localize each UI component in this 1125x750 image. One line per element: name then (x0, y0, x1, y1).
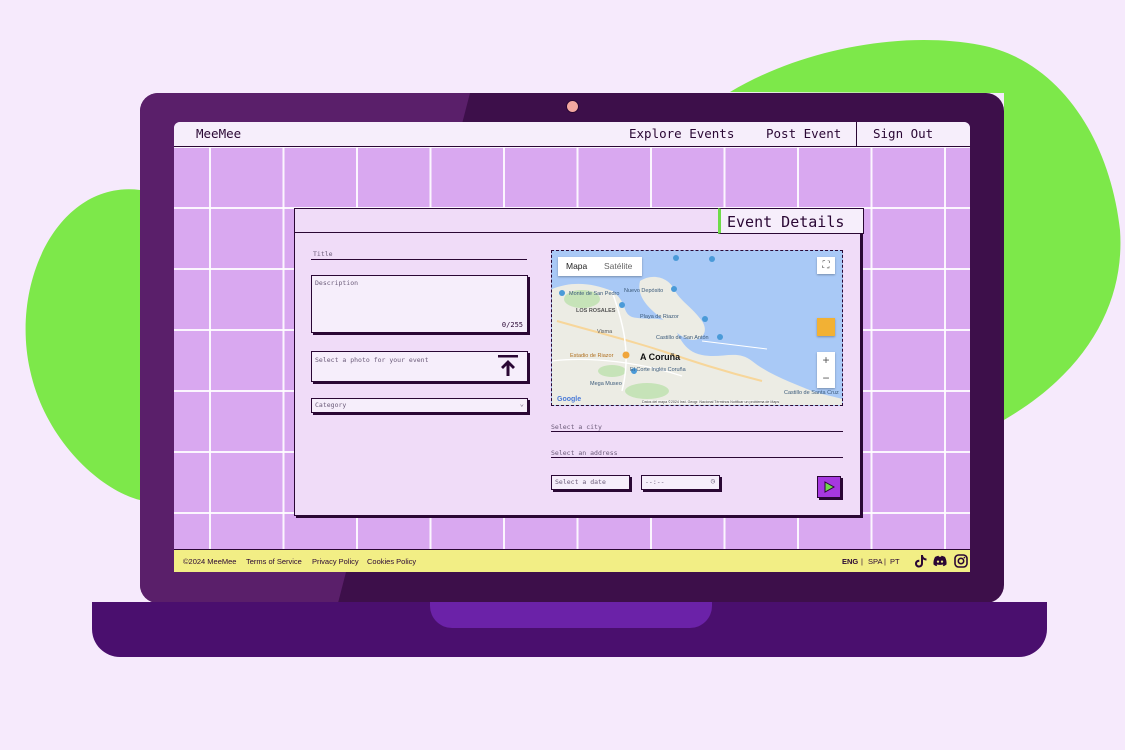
description-counter: 0/255 (501, 321, 523, 329)
event-details-card: Event Details Title Description 0/255 Se… (294, 208, 864, 516)
laptop-trackpad-notch (430, 602, 712, 628)
nav-sign-out[interactable]: Sign Out (873, 126, 933, 141)
city-underline (551, 431, 843, 432)
chevron-down-icon: ⌄ (519, 400, 524, 408)
submit-button[interactable] (817, 476, 841, 498)
pegman-icon[interactable] (817, 318, 835, 336)
lang-divider: | (884, 557, 886, 566)
map-place: Mega Museo (590, 381, 622, 387)
map-tab-map[interactable]: Mapa (566, 261, 587, 271)
nav-divider (856, 122, 857, 146)
map-place: LOS ROSALES (576, 308, 616, 314)
fullscreen-icon[interactable]: ⛶ (817, 257, 835, 274)
map-place: El Corte Inglés Coruña (630, 367, 686, 373)
lang-eng[interactable]: ENG (842, 557, 858, 566)
location-map[interactable]: Mapa Satélite ⛶ + − Monte de San Pedro L… (551, 250, 843, 406)
time-picker[interactable]: --:-- ◷ (641, 475, 720, 490)
footer-cookies-link[interactable]: Cookies Policy (367, 557, 416, 566)
map-credits: Datos del mapa ©2024 Inst. Geogr. Nacion… (642, 400, 780, 404)
photo-upload-field[interactable]: Select a photo for your event (311, 351, 528, 382)
map-place: Estadio de Riazor (570, 353, 614, 359)
zoom-out-icon[interactable]: − (817, 370, 835, 387)
nav-explore-events[interactable]: Explore Events (629, 126, 734, 141)
map-city-label: A Coruña (640, 352, 681, 362)
city-input[interactable]: Select a city (551, 423, 602, 431)
map-place: Visma (597, 329, 613, 335)
webcam (566, 100, 579, 113)
lang-pt[interactable]: PT (890, 557, 900, 566)
play-icon (824, 481, 835, 493)
brand-logo[interactable]: MeeMee (196, 126, 241, 141)
map-type-tabs: Mapa Satélite (558, 257, 642, 276)
address-input[interactable]: Select an address (551, 449, 618, 457)
description-textarea[interactable]: Description 0/255 (311, 275, 528, 333)
date-placeholder: Select a date (555, 478, 606, 486)
nav-post-event[interactable]: Post Event (766, 126, 841, 141)
map-place: Nuevo Depósito (624, 288, 664, 294)
photo-placeholder: Select a photo for your event (315, 356, 429, 364)
map-place: Playa de Riazor (640, 314, 679, 320)
instagram-icon[interactable] (954, 554, 968, 568)
discord-icon[interactable] (933, 555, 947, 567)
description-placeholder: Description (315, 279, 359, 287)
zoom-controls: + − (817, 352, 835, 388)
google-logo: Google (557, 396, 582, 403)
map-place: Monte de San Pedro (569, 291, 620, 297)
footer: ©2024 MeeMee Terms of Service Privacy Po… (174, 549, 970, 572)
category-select[interactable]: Category ⌄ (311, 398, 528, 413)
laptop-screen: MeeMee Explore Events Post Event Sign Ou… (174, 122, 970, 572)
lang-spa[interactable]: SPA (868, 557, 882, 566)
lang-divider: | (861, 557, 863, 566)
time-placeholder: --:-- (645, 478, 665, 486)
title-input[interactable]: Title (313, 250, 333, 258)
upload-icon[interactable] (498, 355, 518, 377)
address-underline (551, 457, 843, 458)
clock-icon: ◷ (710, 477, 715, 485)
date-picker[interactable]: Select a date (551, 475, 630, 490)
card-title: Event Details (727, 213, 845, 231)
footer-copyright: ©2024 MeeMee (183, 557, 237, 566)
map-place: Castillo de Santa Cruz (784, 390, 839, 396)
category-placeholder: Category (315, 401, 347, 409)
tiktok-icon[interactable] (914, 554, 927, 568)
map-place: Castillo de San Antón (656, 335, 709, 341)
zoom-in-icon[interactable]: + (817, 352, 835, 369)
map-tab-satellite[interactable]: Satélite (604, 261, 632, 271)
top-nav: MeeMee Explore Events Post Event Sign Ou… (174, 122, 970, 147)
title-underline (311, 259, 527, 260)
footer-terms-link[interactable]: Terms of Service (246, 557, 302, 566)
footer-privacy-link[interactable]: Privacy Policy (312, 557, 359, 566)
